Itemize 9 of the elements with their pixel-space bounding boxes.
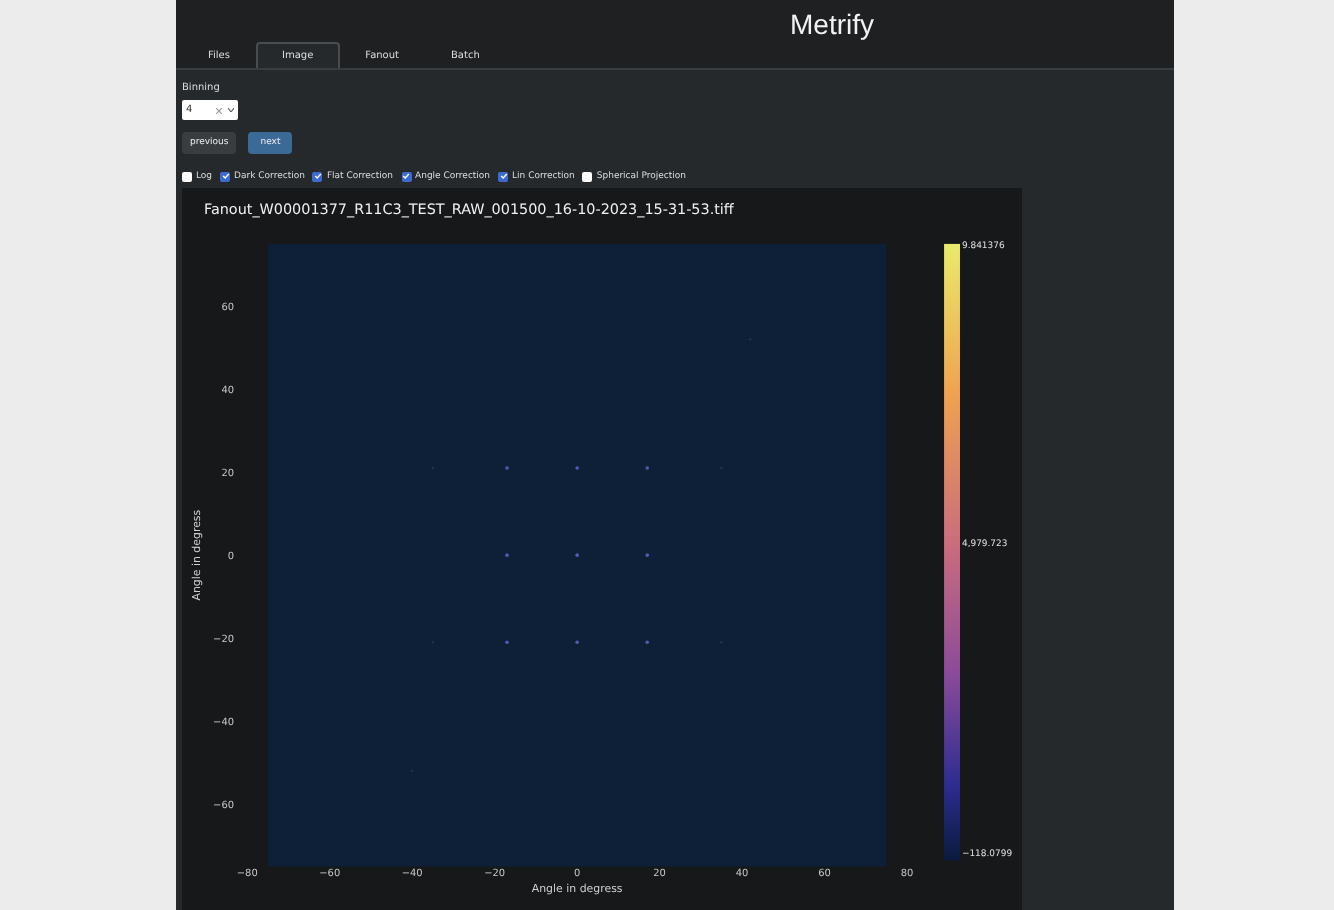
app-title: Metrify [790, 6, 874, 42]
checkbox[interactable] [401, 171, 412, 181]
checkbox[interactable] [312, 171, 323, 181]
caret-icon[interactable] [228, 108, 234, 112]
checkbox[interactable] [182, 171, 192, 181]
checkbox[interactable] [498, 171, 509, 181]
clear-icon[interactable] [216, 107, 222, 113]
checkbox[interactable] [220, 171, 231, 181]
checkbox[interactable] [582, 171, 593, 181]
